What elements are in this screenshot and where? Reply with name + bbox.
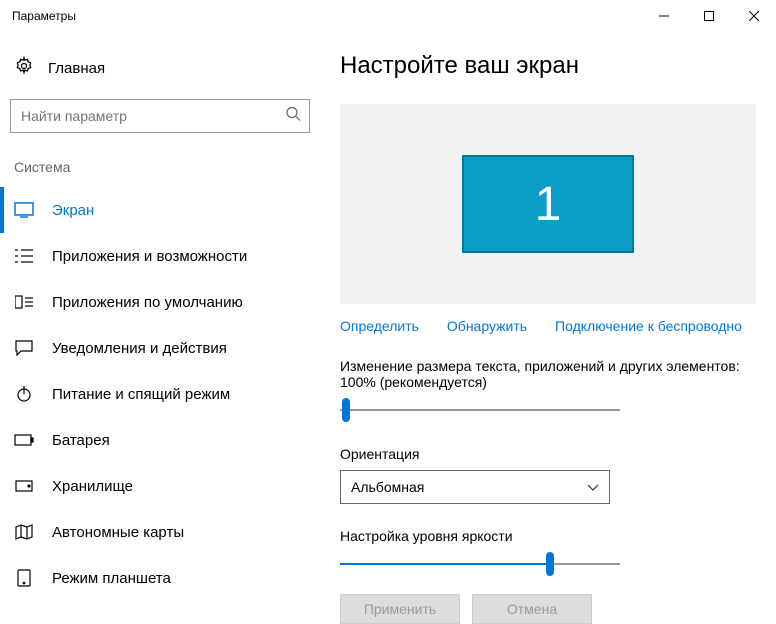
sidebar-item-label: Уведомления и действия bbox=[52, 340, 227, 357]
home-link[interactable]: Главная bbox=[10, 52, 310, 99]
sidebar-item-default-apps[interactable]: Приложения по умолчанию bbox=[10, 279, 310, 325]
brightness-slider[interactable] bbox=[340, 552, 620, 576]
sidebar-item-label: Питание и спящий режим bbox=[52, 386, 230, 403]
scale-label: Изменение размера текста, приложений и д… bbox=[340, 358, 756, 390]
sidebar-item-display[interactable]: Экран bbox=[10, 187, 310, 233]
sidebar-item-tablet-mode[interactable]: Режим планшета bbox=[10, 555, 310, 601]
sidebar-item-label: Режим планшета bbox=[52, 570, 171, 587]
orientation-label: Ориентация bbox=[340, 446, 756, 462]
sidebar-item-label: Хранилище bbox=[52, 478, 133, 495]
page-title: Настройте ваш экран bbox=[340, 52, 756, 80]
home-label: Главная bbox=[48, 60, 105, 77]
sidebar-item-power-sleep[interactable]: Питание и спящий режим bbox=[10, 371, 310, 417]
power-icon bbox=[14, 386, 34, 402]
search-input[interactable] bbox=[11, 100, 309, 132]
sidebar-item-battery[interactable]: Батарея bbox=[10, 417, 310, 463]
scale-slider[interactable] bbox=[340, 398, 620, 422]
sidebar-item-label: Приложения и возможности bbox=[52, 248, 247, 265]
sidebar-item-notifications[interactable]: Уведомления и действия bbox=[10, 325, 310, 371]
sidebar-item-offline-maps[interactable]: Автономные карты bbox=[10, 509, 310, 555]
minimize-button[interactable] bbox=[641, 0, 686, 32]
brightness-label: Настройка уровня яркости bbox=[340, 528, 756, 544]
gear-icon bbox=[14, 56, 34, 81]
identify-link[interactable]: Определить bbox=[340, 318, 419, 334]
detect-link[interactable]: Обнаружить bbox=[447, 318, 527, 334]
sidebar-item-label: Экран bbox=[52, 202, 94, 219]
sidebar-item-label: Приложения по умолчанию bbox=[52, 294, 243, 311]
wireless-link[interactable]: Подключение к беспроводно bbox=[555, 318, 742, 334]
tablet-icon bbox=[14, 569, 34, 587]
close-button[interactable] bbox=[731, 0, 776, 32]
monitor-1[interactable]: 1 bbox=[462, 155, 634, 253]
display-links: Определить Обнаружить Подключение к бесп… bbox=[340, 318, 756, 334]
scale-thumb[interactable] bbox=[342, 398, 350, 422]
chat-icon bbox=[14, 340, 34, 356]
sidebar-item-apps-features[interactable]: Приложения и возможности bbox=[10, 233, 310, 279]
sidebar: Главная Система Экран Приложения и возмо… bbox=[0, 32, 320, 614]
orientation-select[interactable]: Альбомная bbox=[340, 470, 610, 504]
titlebar: Параметры bbox=[0, 0, 776, 32]
storage-icon bbox=[14, 480, 34, 492]
search-box[interactable] bbox=[10, 99, 310, 133]
maximize-button[interactable] bbox=[686, 0, 731, 32]
sidebar-item-storage[interactable]: Хранилище bbox=[10, 463, 310, 509]
window-title: Параметры bbox=[12, 9, 76, 23]
chevron-down-icon bbox=[587, 479, 599, 495]
main-panel: Настройте ваш экран 1 Определить Обнаруж… bbox=[320, 32, 776, 614]
window-controls bbox=[641, 0, 776, 32]
action-buttons: Применить Отмена bbox=[340, 594, 756, 624]
apply-button[interactable]: Применить bbox=[340, 594, 460, 624]
list-icon bbox=[14, 248, 34, 264]
display-preview: 1 bbox=[340, 104, 756, 304]
sidebar-item-label: Автономные карты bbox=[52, 524, 184, 541]
cancel-button[interactable]: Отмена bbox=[472, 594, 592, 624]
battery-icon bbox=[14, 434, 34, 446]
search-icon bbox=[285, 106, 301, 127]
brightness-thumb[interactable] bbox=[546, 552, 554, 576]
sidebar-item-label: Батарея bbox=[52, 432, 110, 449]
map-icon bbox=[14, 524, 34, 540]
category-title: Система bbox=[14, 159, 310, 175]
default-apps-icon bbox=[14, 294, 34, 310]
orientation-value: Альбомная bbox=[351, 479, 424, 495]
display-icon bbox=[14, 202, 34, 218]
